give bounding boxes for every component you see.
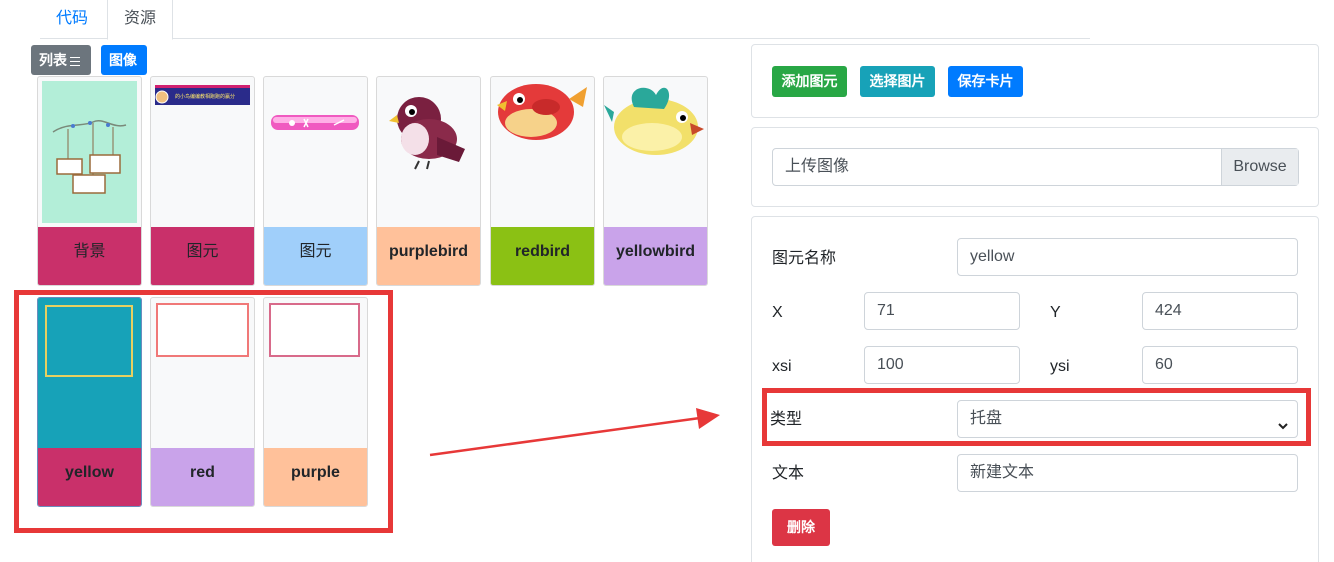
asset-card-redbird[interactable]: redbird bbox=[490, 76, 595, 286]
save-card-button[interactable]: 保存卡片 bbox=[948, 66, 1023, 97]
xsi-input[interactable]: 100 bbox=[864, 346, 1020, 384]
asset-card-background[interactable]: 背景 bbox=[37, 76, 142, 286]
card-label: yellowbird bbox=[604, 227, 707, 285]
ysi-label: ysi bbox=[1050, 358, 1070, 375]
upload-field[interactable]: 上传图像 Browse bbox=[772, 148, 1299, 186]
browse-button[interactable]: Browse bbox=[1221, 149, 1298, 185]
actions-panel: 添加图元 选择图片 保存卡片 bbox=[751, 44, 1319, 118]
banner-text: 的小鸟编编教相跑跑的赢分 bbox=[175, 94, 236, 100]
ysi-input[interactable]: 60 bbox=[1142, 346, 1298, 384]
choose-image-button[interactable]: 选择图片 bbox=[860, 66, 935, 97]
image-view-button[interactable]: 图像 bbox=[101, 45, 147, 75]
asset-card-purplebird[interactable]: purplebird bbox=[376, 76, 481, 286]
x-label: X bbox=[772, 304, 783, 321]
list-view-label: 列表 bbox=[39, 52, 67, 68]
y-label: Y bbox=[1050, 304, 1061, 321]
list-view-button[interactable]: 列表 bbox=[31, 45, 91, 75]
add-element-button[interactable]: 添加图元 bbox=[772, 66, 847, 97]
tab-code[interactable]: 代码 bbox=[40, 0, 104, 39]
background-thumbnail bbox=[38, 77, 141, 227]
card-label: 图元 bbox=[151, 227, 254, 285]
tab-bar: 代码 资源 bbox=[40, 0, 1090, 40]
name-input[interactable]: yellow bbox=[957, 238, 1298, 276]
delete-button[interactable]: 删除 bbox=[772, 509, 830, 546]
annotation-box-type bbox=[762, 388, 1311, 446]
button-thumbnail bbox=[264, 77, 367, 227]
card-label: 图元 bbox=[264, 227, 367, 285]
card-label: 背景 bbox=[38, 227, 141, 285]
purplebird-thumbnail bbox=[377, 77, 480, 227]
asset-card-yellowbird[interactable]: yellowbird bbox=[603, 76, 708, 286]
tab-assets[interactable]: 资源 bbox=[107, 0, 174, 40]
upload-label: 上传图像 bbox=[785, 158, 850, 175]
name-label: 图元名称 bbox=[772, 250, 837, 267]
annotation-box-cards bbox=[14, 290, 393, 533]
y-input[interactable]: 424 bbox=[1142, 292, 1298, 330]
x-input[interactable]: 71 bbox=[864, 292, 1020, 330]
asset-card-banner[interactable]: 的小鸟编编教相跑跑的赢分 图元 bbox=[150, 76, 255, 286]
annotation-arrow bbox=[429, 408, 720, 457]
card-label: purplebird bbox=[377, 227, 480, 285]
card-label: redbird bbox=[491, 227, 594, 285]
upload-panel: 上传图像 Browse bbox=[751, 127, 1319, 207]
text-label: 文本 bbox=[772, 465, 805, 482]
yellowbird-thumbnail bbox=[604, 77, 707, 227]
redbird-thumbnail bbox=[491, 77, 594, 227]
text-input[interactable]: 新建文本 bbox=[957, 454, 1298, 492]
list-icon bbox=[70, 56, 80, 66]
asset-card-button[interactable]: 图元 bbox=[263, 76, 368, 286]
xsi-label: xsi bbox=[772, 358, 792, 375]
